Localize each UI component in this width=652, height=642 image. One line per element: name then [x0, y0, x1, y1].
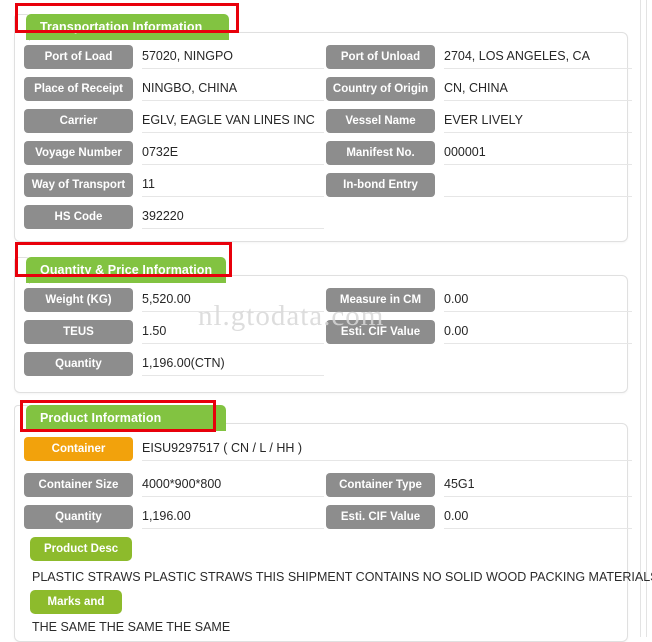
value-country-of-origin: CN, CHINA	[444, 77, 632, 101]
label-weight-kg: Weight (KG)	[24, 288, 133, 312]
label-port-of-unload: Port of Unload	[326, 45, 435, 69]
value-teus: 1.50	[142, 320, 324, 344]
value-carrier: EGLV, EAGLE VAN LINES INC	[142, 109, 324, 133]
label-measure-in-cm: Measure in CM	[326, 288, 435, 312]
label-manifest-no: Manifest No.	[326, 141, 435, 165]
value-quantity-ctn: 1,196.00(CTN)	[142, 352, 324, 376]
value-product-desc: PLASTIC STRAWS PLASTIC STRAWS THIS SHIPM…	[32, 570, 652, 584]
label-way-of-transport: Way of Transport	[24, 173, 133, 197]
section-header-product[interactable]: Product Information	[26, 405, 226, 431]
label-container-size: Container Size	[24, 473, 133, 497]
label-voyage-number: Voyage Number	[24, 141, 133, 165]
value-hs-code: 392220	[142, 205, 324, 229]
label-marks-and: Marks and	[30, 590, 122, 614]
section-header-quantity-price[interactable]: Quantity & Price Information	[26, 257, 226, 283]
label-esti-cif-value-product: Esti. CIF Value	[326, 505, 435, 529]
label-hs-code: HS Code	[24, 205, 133, 229]
label-product-desc: Product Desc	[30, 537, 133, 561]
page-frame-right-edge	[646, 0, 647, 637]
value-port-of-unload: 2704, LOS ANGELES, CA	[444, 45, 632, 69]
label-port-of-load: Port of Load	[24, 45, 133, 69]
value-voyage-number: 0732E	[142, 141, 324, 165]
value-weight-kg: 5,520.00	[142, 288, 324, 312]
section-header-transportation[interactable]: Transportation Information	[26, 14, 229, 40]
value-container-size: 4000*900*800	[142, 473, 324, 497]
value-vessel-name: EVER LIVELY	[444, 109, 632, 133]
page-frame-right-outer	[640, 0, 641, 637]
label-esti-cif-value-quantity: Esti. CIF Value	[326, 320, 435, 344]
value-way-of-transport: 11	[142, 173, 324, 197]
value-in-bond-entry	[444, 173, 632, 197]
value-container: EISU9297517 ( CN / L / HH )	[142, 437, 632, 461]
shipment-record-page: Transportation Information Port of Load …	[0, 0, 652, 642]
label-carrier: Carrier	[24, 109, 133, 133]
value-container-type: 45G1	[444, 473, 632, 497]
label-vessel-name: Vessel Name	[326, 109, 435, 133]
label-teus: TEUS	[24, 320, 133, 344]
value-esti-cif-value-quantity: 0.00	[444, 320, 632, 344]
value-place-of-receipt: NINGBO, CHINA	[142, 77, 324, 101]
value-quantity-product: 1,196.00	[142, 505, 324, 529]
label-container: Container	[24, 437, 133, 461]
value-manifest-no: 000001	[444, 141, 632, 165]
value-marks-and: THE SAME THE SAME THE SAME	[32, 620, 231, 634]
value-measure-in-cm: 0.00	[444, 288, 632, 312]
label-country-of-origin: Country of Origin	[326, 77, 435, 101]
label-quantity-ctn: Quantity	[24, 352, 133, 376]
label-in-bond-entry: In-bond Entry	[326, 173, 435, 197]
label-place-of-receipt: Place of Receipt	[24, 77, 133, 101]
value-port-of-load: 57020, NINGPO	[142, 45, 324, 69]
value-esti-cif-value-product: 0.00	[444, 505, 632, 529]
label-container-type: Container Type	[326, 473, 435, 497]
label-quantity-product: Quantity	[24, 505, 133, 529]
